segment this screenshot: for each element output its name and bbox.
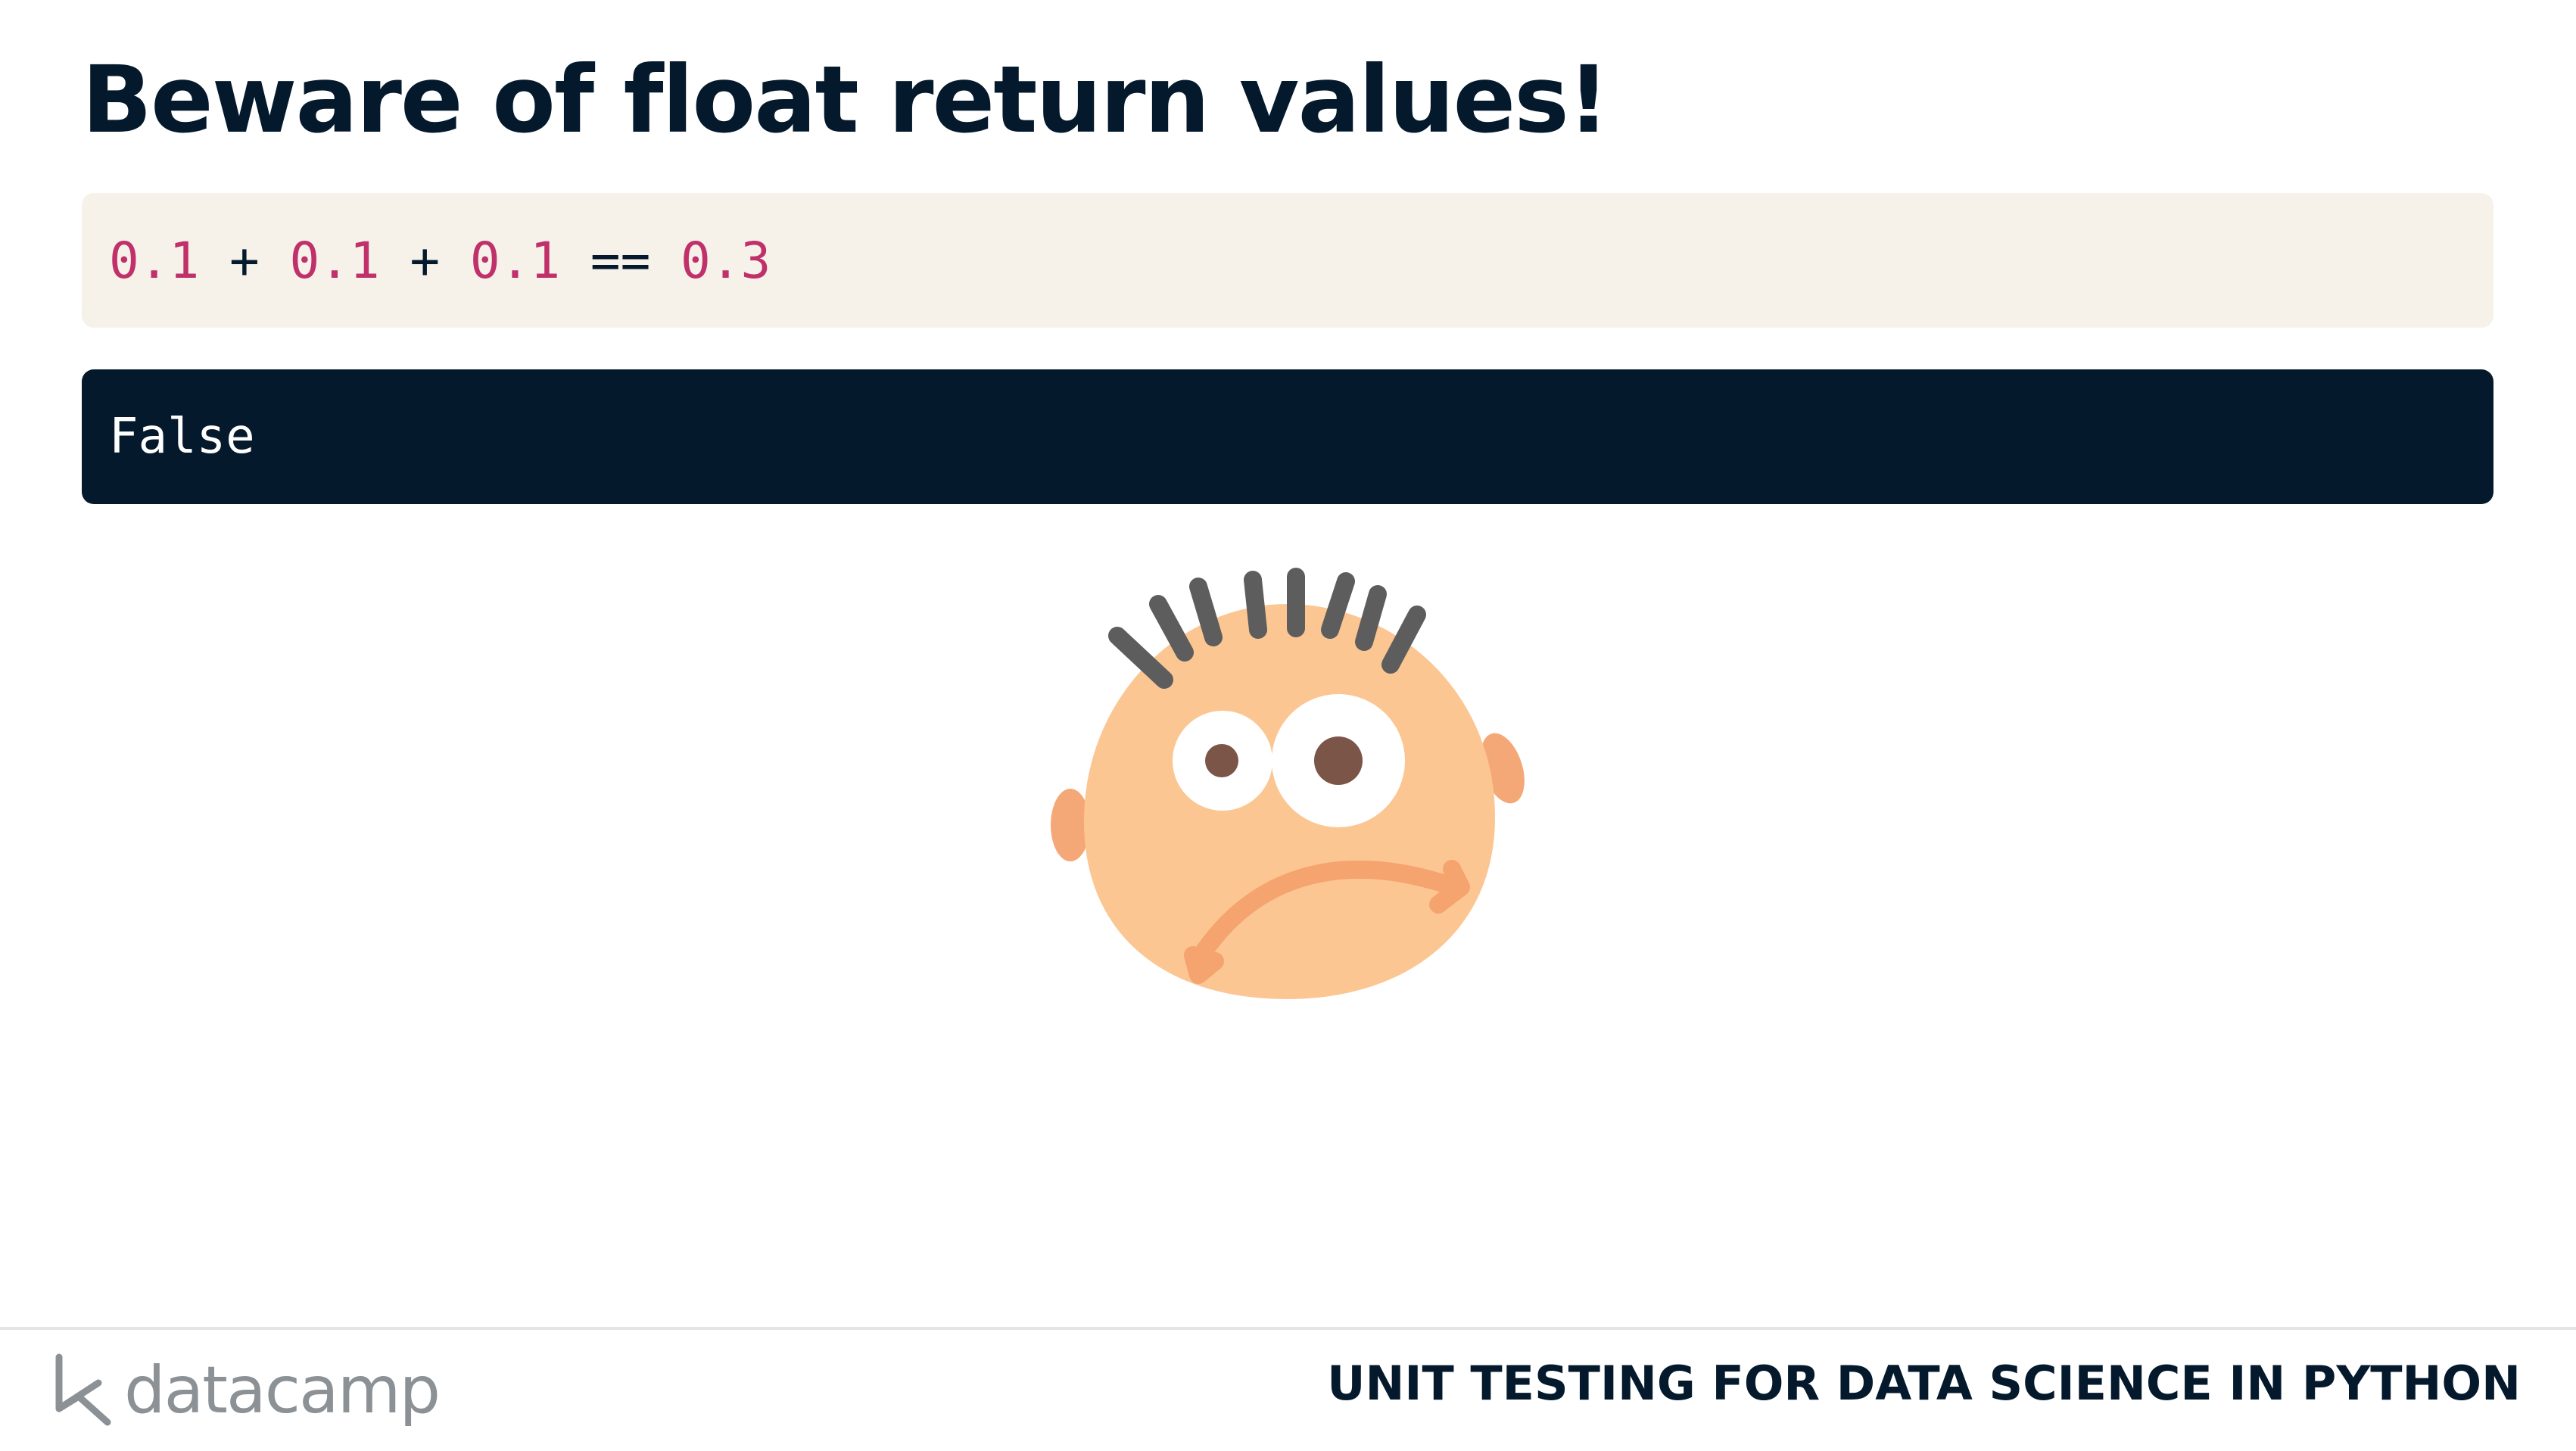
logo-text: datacamp xyxy=(124,1353,441,1428)
right-eye-pupil xyxy=(1314,736,1363,785)
code-number-token: 0.3 xyxy=(681,231,771,290)
code-number-token: 0.1 xyxy=(109,231,200,290)
datacamp-logo-icon xyxy=(55,1353,111,1426)
course-title: UNIT TESTING FOR DATA SCIENCE IN PYTHON xyxy=(1327,1356,2521,1411)
code-operator-token: + xyxy=(199,231,290,290)
code-block: 0.1 + 0.1 + 0.1 == 0.3 xyxy=(82,193,2493,328)
left-eye-pupil xyxy=(1205,744,1238,777)
code-operator-token: == xyxy=(560,231,681,290)
confused-face-icon xyxy=(1051,568,1525,999)
slide-title: Beware of float return values! xyxy=(82,46,1609,154)
output-block: False xyxy=(82,369,2493,504)
code-number-token: 0.1 xyxy=(469,231,561,290)
code-operator-token: + xyxy=(379,231,470,290)
output-text: False xyxy=(109,409,255,465)
code-number-token: 0.1 xyxy=(289,231,380,290)
datacamp-logo: datacamp xyxy=(53,1349,441,1432)
footer-divider xyxy=(0,1327,2576,1330)
